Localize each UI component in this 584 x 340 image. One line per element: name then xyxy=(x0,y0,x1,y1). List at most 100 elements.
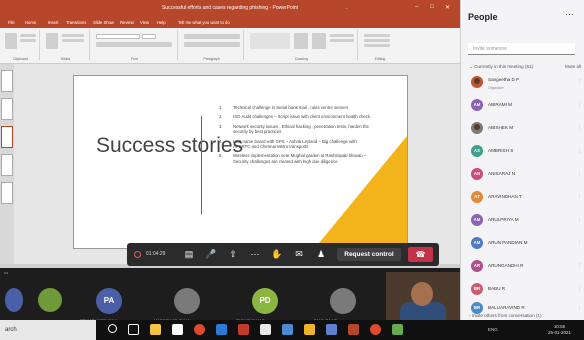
participants-icon[interactable]: ♟ xyxy=(315,248,327,260)
participant-row[interactable]: AM ARUN PANDIAN M ⋮ xyxy=(471,237,584,251)
tab-view[interactable]: View xyxy=(140,20,149,25)
participant-row[interactable]: AS AMBRISH S ⋮ xyxy=(471,145,584,159)
raise-hand-icon[interactable]: ✋ xyxy=(271,248,283,260)
shape-fill-button[interactable] xyxy=(330,34,354,37)
more-icon[interactable]: ⋮ xyxy=(577,240,582,246)
participant-row[interactable]: AR ARUNGANDHI R ⋮ xyxy=(471,260,584,274)
find-button[interactable] xyxy=(364,34,390,37)
slide-thumbnail-selected[interactable] xyxy=(1,126,13,148)
slide-canvas[interactable]: Success stories 1. Technical challenge in… xyxy=(73,75,408,249)
tab-transitions[interactable]: Transitions xyxy=(66,20,86,25)
more-icon[interactable]: ⋮ xyxy=(577,102,582,108)
more-icon[interactable]: ⋮ xyxy=(577,148,582,154)
task-view-icon[interactable] xyxy=(128,324,139,335)
shapes-gallery[interactable] xyxy=(250,33,290,49)
store-icon[interactable] xyxy=(282,324,293,335)
more-icon[interactable]: ⋮ xyxy=(577,171,582,177)
copy-button[interactable] xyxy=(20,39,36,42)
more-icon[interactable]: ⋮ xyxy=(577,263,582,269)
notepad-icon[interactable] xyxy=(172,324,183,335)
mail-icon[interactable] xyxy=(260,324,271,335)
avatar: AM xyxy=(471,237,483,249)
tab-insert[interactable]: Insert xyxy=(48,20,58,25)
app-icon-2[interactable] xyxy=(392,324,403,335)
participant-row[interactable]: ABISHEK M ⋮ xyxy=(471,122,584,136)
participant-avatar[interactable] xyxy=(330,288,356,314)
new-slide-button[interactable] xyxy=(46,33,58,49)
mute-all-button[interactable]: Mute all xyxy=(565,64,581,69)
tab-file[interactable]: File xyxy=(8,20,15,25)
quick-styles-button[interactable] xyxy=(312,33,326,49)
avatar[interactable] xyxy=(5,288,23,312)
more-options-icon[interactable]: ⋯ xyxy=(249,248,261,260)
close-icon[interactable]: ✕ xyxy=(445,4,450,11)
paste-button[interactable] xyxy=(5,33,17,49)
file-explorer-icon[interactable] xyxy=(150,324,161,335)
participant-row[interactable]: Sangeetha D P Organizer ⋮ xyxy=(471,76,584,90)
cortana-icon[interactable] xyxy=(108,324,117,333)
participant-row[interactable]: AM ABIRAMI M ⋮ xyxy=(471,99,584,113)
participant-avatar[interactable]: PA xyxy=(96,288,122,314)
participant-avatar[interactable] xyxy=(174,288,200,314)
slide-thumbnails xyxy=(0,64,14,264)
paragraph-buttons[interactable] xyxy=(184,34,240,39)
maximize-icon[interactable]: □ xyxy=(430,4,434,10)
invite-input[interactable]: Invite someone xyxy=(468,43,575,55)
slide-thumbnail[interactable] xyxy=(1,154,13,176)
user-name[interactable]: ... xyxy=(345,5,348,10)
camera-icon[interactable]: ▤ xyxy=(183,248,195,260)
font-name-dropdown[interactable] xyxy=(96,34,140,39)
tab-help[interactable]: Help xyxy=(157,20,166,25)
participant-row[interactable]: AN ANISARAJ N ⋮ xyxy=(471,168,584,182)
more-icon[interactable]: ⋮ xyxy=(577,79,582,85)
replace-button[interactable] xyxy=(364,39,390,42)
teams-icon[interactable] xyxy=(326,324,337,335)
chrome-icon-2[interactable] xyxy=(370,324,381,335)
reset-button[interactable] xyxy=(62,39,84,42)
clock[interactable]: 10:56 25-01-2021 xyxy=(548,324,571,336)
shape-outline-button[interactable] xyxy=(330,39,354,42)
more-icon[interactable]: ⋮ xyxy=(577,194,582,200)
slide-thumbnail[interactable] xyxy=(1,70,13,92)
share-icon[interactable]: ⇧ xyxy=(227,248,239,260)
tab-home[interactable]: Home xyxy=(25,20,36,25)
chat-icon[interactable]: ✉ xyxy=(293,248,305,260)
self-video[interactable] xyxy=(386,272,460,320)
app-icon[interactable] xyxy=(238,324,249,335)
hang-up-button[interactable]: ☎ xyxy=(408,247,433,262)
participant-row[interactable]: AM ARULPRIYA M ⋮ xyxy=(471,214,584,228)
edge-icon[interactable] xyxy=(216,324,227,335)
request-control-button[interactable]: Request control xyxy=(337,248,401,261)
minimize-icon[interactable]: – xyxy=(415,4,418,10)
more-icon[interactable]: ⋮ xyxy=(577,217,582,223)
layout-button[interactable] xyxy=(62,34,84,37)
slide-list[interactable]: 1. Technical challenge in Serial bank mai… xyxy=(219,105,371,168)
alignment-buttons[interactable] xyxy=(184,42,240,47)
taskbar-search[interactable]: arch xyxy=(0,320,96,340)
font-format-buttons[interactable] xyxy=(96,42,172,47)
font-size-dropdown[interactable] xyxy=(142,34,156,39)
folder-icon[interactable] xyxy=(304,324,315,335)
mic-icon[interactable]: 🎤 xyxy=(205,248,217,260)
participant-row[interactable]: AT ARAVINDHAN T ⋮ xyxy=(471,191,584,205)
more-icon[interactable]: ⋮ xyxy=(577,125,582,131)
avatar[interactable] xyxy=(38,288,62,312)
select-button[interactable] xyxy=(364,44,390,47)
more-icon[interactable]: ⋮ xyxy=(577,305,582,311)
section-label[interactable]: ⌄ Currently in this meeting (51) xyxy=(469,64,533,70)
tab-review[interactable]: Review xyxy=(120,20,134,25)
chrome-icon[interactable] xyxy=(194,324,205,335)
arrange-button[interactable] xyxy=(294,33,308,49)
cut-button[interactable] xyxy=(20,34,36,37)
more-options-icon[interactable]: ⋯ xyxy=(565,9,574,20)
slide-thumbnail[interactable] xyxy=(1,182,13,204)
tab-slide-show[interactable]: Slide Show xyxy=(93,20,114,25)
slide-thumbnail[interactable] xyxy=(1,98,13,120)
more-icon[interactable]: ⋮ xyxy=(577,286,582,292)
participant-avatar[interactable]: PD xyxy=(252,288,278,314)
invite-others-link[interactable]: › Invite others from conversation (1) xyxy=(469,313,542,318)
system-tray[interactable]: ENG xyxy=(488,327,498,332)
tell-me-search[interactable]: Tell me what you want to do xyxy=(178,20,230,25)
powerpoint-icon[interactable] xyxy=(348,324,359,335)
participant-row[interactable]: BR BABU R ⋮ xyxy=(471,283,584,297)
